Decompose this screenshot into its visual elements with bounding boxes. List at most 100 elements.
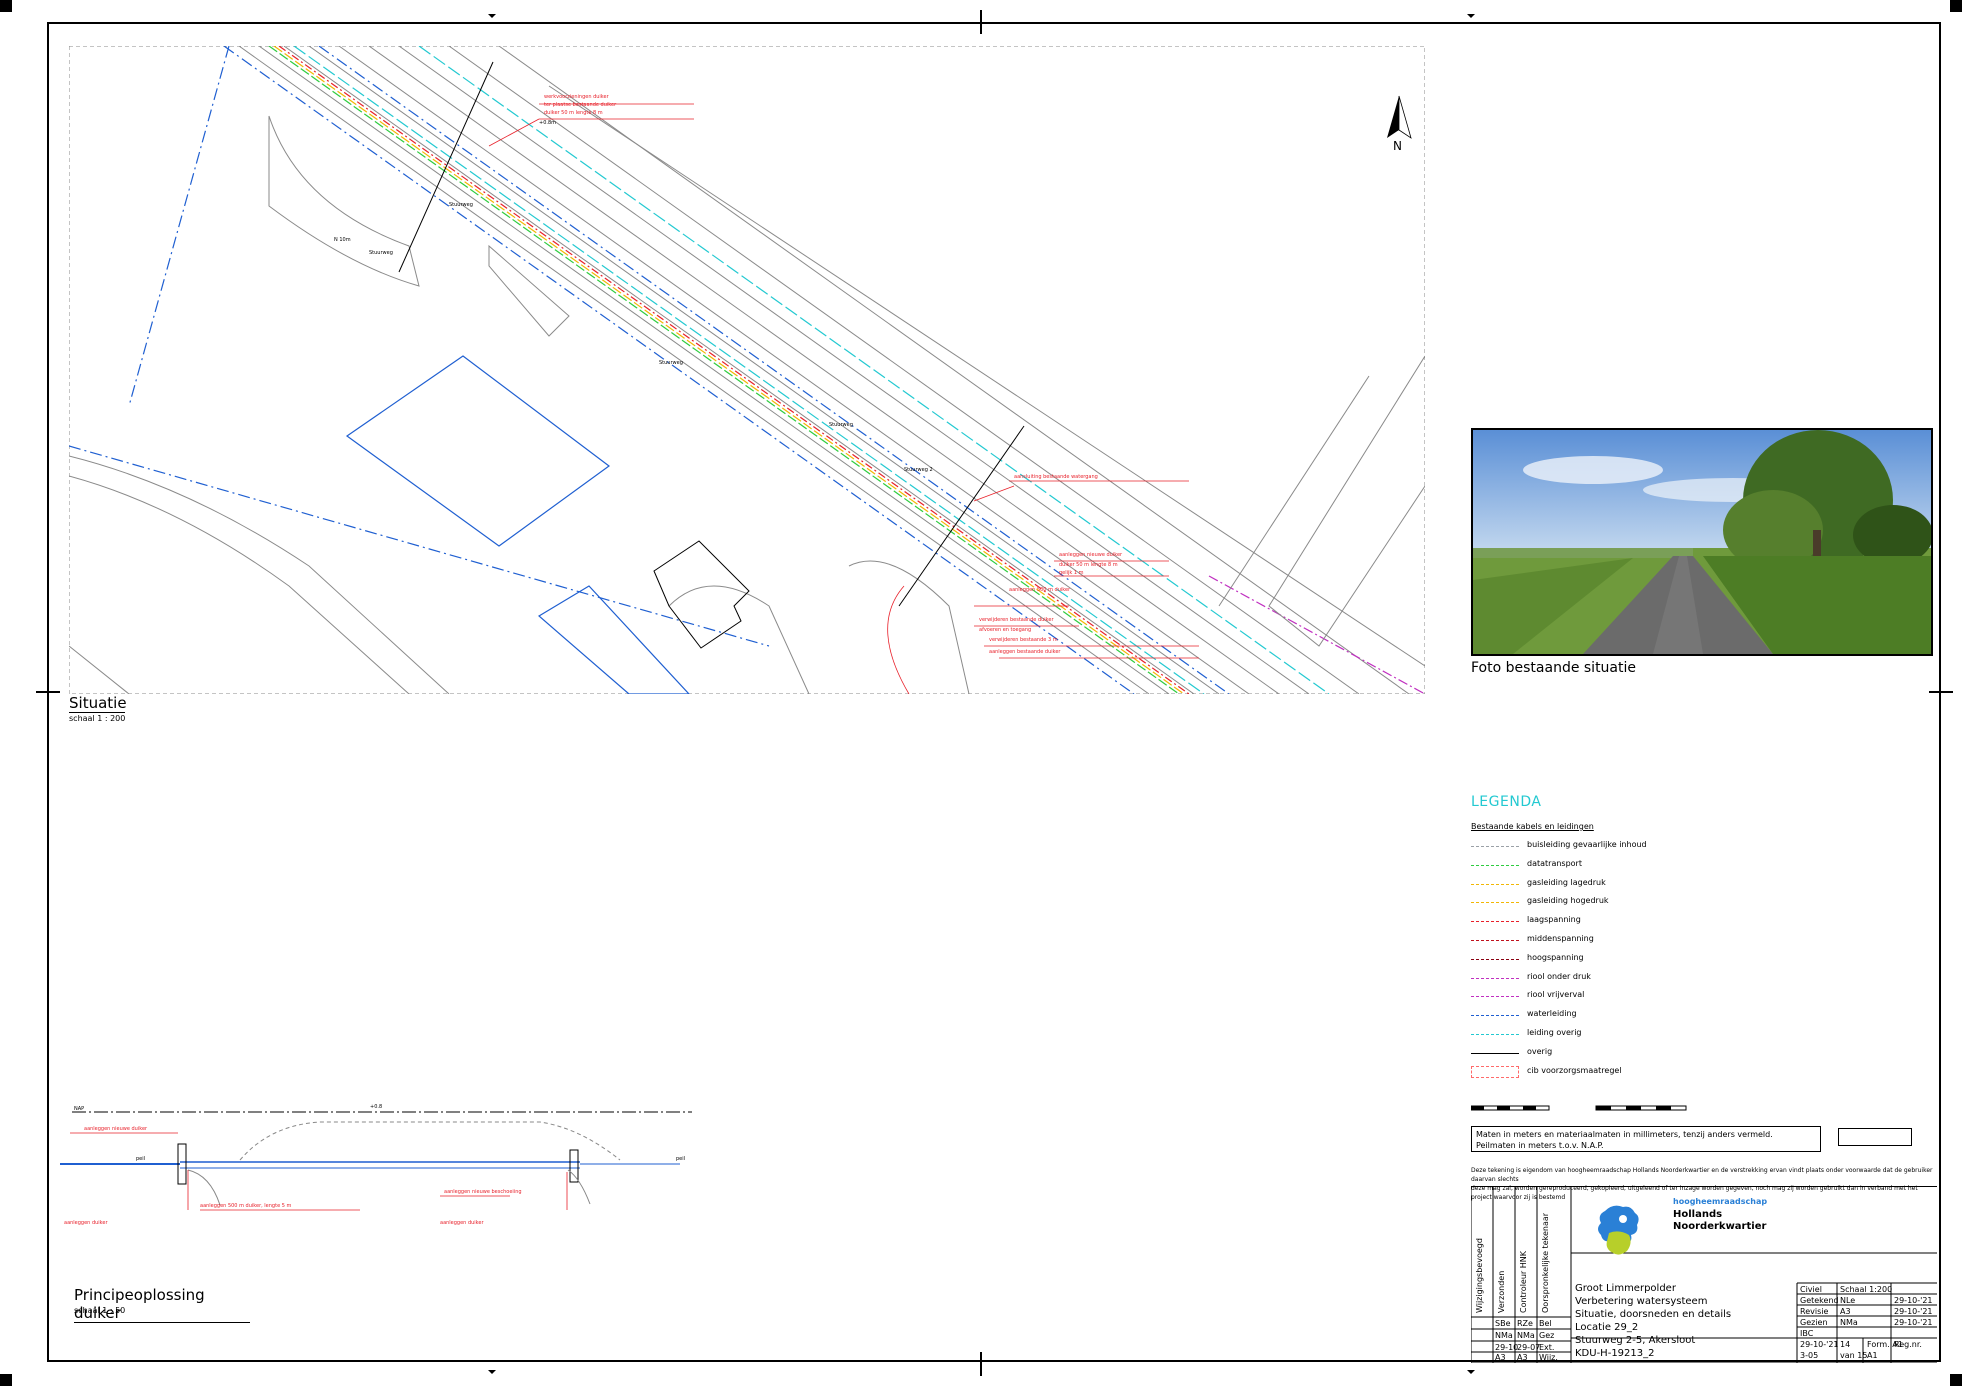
legend-label: hoogspanning <box>1527 952 1584 962</box>
row-date-0: 29-10 <box>1495 1343 1519 1352</box>
row-nma-1: NMa <box>1517 1331 1535 1340</box>
bottom-1: 3-05 <box>1800 1351 1819 1360</box>
disclaimer-line-1: Deze tekening is eigendom van hoogheemra… <box>1471 1167 1933 1183</box>
row-date-2: Ext. <box>1539 1343 1555 1352</box>
legend-swatch <box>1471 996 1519 998</box>
meta-3-0: Gezien <box>1800 1318 1828 1327</box>
side-label: Verzonden <box>1497 1270 1506 1313</box>
row-sbe-2: Bel <box>1539 1319 1552 1328</box>
legend-label: waterleiding <box>1527 1009 1577 1019</box>
meta-2-1: A3 <box>1840 1307 1851 1316</box>
notes-line-1: Maten in meters en materiaalmaten in mil… <box>1476 1130 1773 1139</box>
side-label: Wijzigingsbevoegd <box>1475 1238 1484 1313</box>
svg-text:aansluiting bestaande watergan: aansluiting bestaande watergang <box>1014 474 1098 480</box>
row-rev-0: A3 <box>1495 1353 1506 1362</box>
svg-text:duiker 50 m lengte 8 m: duiker 50 m lengte 8 m <box>1059 562 1118 568</box>
legend-swatch <box>1471 1034 1519 1035</box>
legend-label: cib voorzorgsmaatregel <box>1527 1065 1622 1075</box>
svg-text:aanleggen nieuwe beschoeiing: aanleggen nieuwe beschoeiing <box>444 1189 522 1195</box>
org-line-3: Noorderkwartier <box>1673 1221 1767 1232</box>
project-line-1: Groot Limmerpolder <box>1575 1283 1676 1294</box>
project-line-4: Locatie 29_2 <box>1575 1322 1639 1333</box>
side-label: Controleur HNK <box>1519 1251 1528 1313</box>
svg-text:Stuurweg: Stuurweg <box>829 422 853 428</box>
legend-label: gasleiding lagedruk <box>1527 877 1606 887</box>
legend-subtitle: Bestaande kabels en leidingen <box>1471 822 1594 831</box>
legend-item: datatransport <box>1471 859 1771 873</box>
project-line-5: Stuurweg 2-5, Akersloot <box>1575 1335 1696 1346</box>
existing-situation-photo <box>1471 428 1933 656</box>
legend-item: riool vrijverval <box>1471 990 1771 1004</box>
project-line-2: Verbetering watersysteem <box>1575 1296 1708 1307</box>
svg-text:werkvoorzieningen duiker: werkvoorzieningen duiker <box>544 94 610 100</box>
legend-label: laagspanning <box>1527 915 1581 925</box>
situatie-plan: werkvoorzieningen duiker ter plaatse bes… <box>69 46 1425 694</box>
principe-scale: schaal 1 : 50 <box>74 1306 126 1315</box>
meta-3-2: 29-10-'21 <box>1894 1318 1933 1327</box>
svg-text:afvoeren en toegang: afvoeren en toegang <box>979 627 1031 633</box>
legend-swatch <box>1471 940 1519 941</box>
svg-text:Stuurweg: Stuurweg <box>369 250 393 256</box>
photo-caption: Foto bestaande situatie <box>1471 660 1637 676</box>
sheet-format: A1 <box>1867 1351 1878 1360</box>
meta-3-1: NMa <box>1840 1318 1858 1327</box>
legend-swatch <box>1471 864 1519 866</box>
svg-text:NAP: NAP <box>74 1106 84 1112</box>
svg-text:Stuurweg: Stuurweg <box>659 360 683 366</box>
hhnk-logo-icon <box>1598 1205 1639 1255</box>
legend-label: overig <box>1527 1046 1553 1056</box>
project-line-3: Situatie, doorsneden en details <box>1575 1309 1732 1320</box>
meta-1-2: 29-10-'21 <box>1894 1296 1933 1305</box>
legend-swatch <box>1471 921 1519 923</box>
svg-text:ter plaatse bestaande duiker: ter plaatse bestaande duiker <box>544 102 617 108</box>
row-sbe-0: SBe <box>1495 1319 1511 1328</box>
row-date-1: 29-07 <box>1517 1343 1541 1352</box>
svg-text:verwijderen bestaande 3 m: verwijderen bestaande 3 m <box>989 637 1058 643</box>
svg-text:Stuurweg 2: Stuurweg 2 <box>904 467 933 473</box>
svg-text:+0.8: +0.8 <box>370 1104 382 1110</box>
legend-swatch <box>1471 1015 1519 1017</box>
legend-item: leiding overig <box>1471 1028 1771 1042</box>
legend-label: leiding overig <box>1527 1028 1582 1037</box>
principe-title: Principeoplossing duiker <box>74 1286 250 1323</box>
svg-text:peil: peil <box>136 1156 145 1162</box>
legend-swatch <box>1471 958 1519 960</box>
legend-item: overig <box>1471 1047 1771 1061</box>
legend-swatch <box>1471 1065 1519 1078</box>
legend-label: gasleiding hogedruk <box>1527 896 1609 906</box>
meta-2-0: Revisie <box>1800 1307 1829 1316</box>
situatie-title: Situatie <box>69 694 127 713</box>
meta-0-0: Civiel <box>1800 1285 1822 1294</box>
svg-text:N: N <box>1393 139 1402 153</box>
row-sbe-1: RZe <box>1517 1319 1533 1328</box>
legend-label: riool vrijverval <box>1527 990 1585 1000</box>
project-line-6: KDU-H-19213_2 <box>1575 1348 1655 1359</box>
stamp-box: ​ <box>1838 1128 1912 1146</box>
scale-bars <box>1471 1105 1687 1111</box>
legend-label: datatransport <box>1527 858 1582 868</box>
principe-cross-section: aanleggen nieuwe duiker aanleggen 500 m … <box>60 1104 692 1226</box>
legend-label: buisleiding gevaarlijke inhoud <box>1527 840 1647 849</box>
north-arrow-icon: N <box>1387 95 1412 153</box>
legend-item: middenspanning <box>1471 934 1771 948</box>
legend-item: riool onder druk <box>1471 972 1771 986</box>
org-line-2: Hollands <box>1673 1209 1723 1220</box>
side-label: Oorspronkelijke tekenaar <box>1541 1212 1550 1313</box>
legend-item: waterleiding <box>1471 1009 1771 1023</box>
legend-title: LEGENDA <box>1471 794 1542 810</box>
meta-2-2: 29-10-'21 <box>1894 1307 1933 1316</box>
svg-text:aanleggen duiker: aanleggen duiker <box>64 1220 108 1226</box>
org-line-1: hoogheemraadschap <box>1673 1197 1768 1206</box>
legend-item: cib voorzorgsmaatregel <box>1471 1065 1771 1080</box>
svg-text:verwijderen bestaande duiker: verwijderen bestaande duiker <box>979 617 1054 623</box>
svg-text:gelijk 1 m: gelijk 1 m <box>1059 570 1084 576</box>
svg-text:N 10m: N 10m <box>334 237 351 243</box>
notes-box: Maten in meters en materiaalmaten in mil… <box>1471 1126 1821 1152</box>
sheet-of: van 15 <box>1840 1351 1868 1360</box>
svg-text:aanleggen 500 m duiker: aanleggen 500 m duiker <box>1009 587 1071 593</box>
situatie-scale: schaal 1 : 200 <box>69 714 126 723</box>
bottom-4: Reg.nr. <box>1894 1340 1922 1349</box>
legend-swatch <box>1471 1052 1519 1054</box>
svg-text:aanleggen nieuwe duiker: aanleggen nieuwe duiker <box>1059 552 1123 558</box>
svg-text:aanleggen duiker: aanleggen duiker <box>440 1220 484 1226</box>
